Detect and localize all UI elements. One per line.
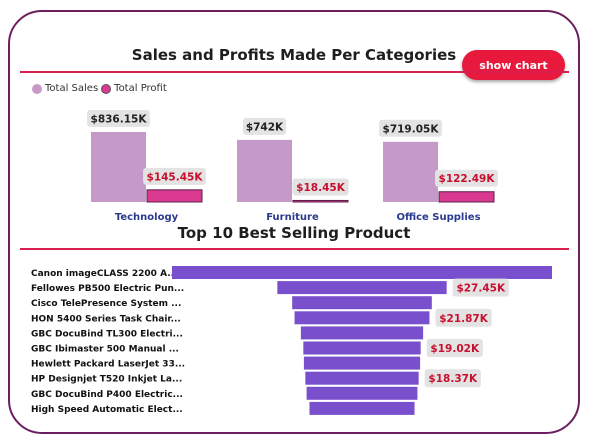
chart-legend: Total Sales Total Profit: [32, 83, 167, 94]
data-label-profit-2: $122.49K: [439, 173, 496, 185]
bar-sales-2: [383, 141, 438, 202]
funnel-bar-6: [303, 356, 421, 370]
funnel-value-label-5: $19.02K: [430, 343, 480, 355]
legend-swatch-sales: [32, 83, 42, 94]
product-label-2: Cisco TelePresence System ...: [31, 299, 181, 309]
product-label-7: HP Designjet T520 Inkjet La...: [31, 375, 182, 385]
section-divider: [20, 248, 569, 250]
product-label-9: High Speed Automatic Elect...: [31, 405, 183, 415]
funnel-bar-7: [305, 371, 419, 385]
funnel-value-label-7: $18.37K: [428, 373, 478, 385]
product-label-4: GBC DocuBind TL300 Electri...: [31, 329, 183, 339]
category-bar-chart: $836.15K $145.45K Technology $742K $18.45K Fu…: [87, 110, 498, 222]
bar-sales-1: [237, 139, 292, 202]
bar-profit-0: [146, 189, 203, 203]
funnel-bar-5: [303, 341, 421, 355]
data-label-sales-1: $742K: [246, 121, 284, 133]
bar-profit-2: [438, 191, 495, 203]
category-label-2: Office Supplies: [396, 212, 480, 222]
data-label-profit-0: $145.45K: [147, 171, 204, 183]
data-label-sales-0: $836.15K: [91, 114, 148, 126]
funnel-bar-3: [294, 311, 430, 325]
product-label-5: GBC Ibimaster 500 Manual ...: [31, 345, 179, 355]
bar-profit-1: [292, 199, 349, 203]
product-label-0: Canon imageCLASS 2200 A...: [31, 269, 177, 279]
funnel-bar-0: [172, 266, 552, 279]
data-label-sales-2: $719.05K: [383, 123, 440, 135]
top-products-funnel-chart: Canon imageCLASS 2200 A... Fellowes PB500…: [31, 266, 552, 415]
product-label-1: Fellowes PB500 Electric Pun...: [31, 284, 184, 294]
funnel-bar-1: [277, 281, 447, 295]
category-label-1: Furniture: [266, 212, 319, 222]
funnel-chart-title: Top 10 Best Selling Product: [177, 224, 411, 242]
dashboard-card: Sales and Profits Made Per Categories sh…: [8, 10, 580, 434]
funnel-bar-4: [300, 326, 424, 340]
funnel-bar-8: [306, 386, 418, 400]
product-label-6: Hewlett Packard LaserJet 33...: [31, 360, 185, 370]
bar-sales-0: [91, 132, 146, 202]
funnel-value-label-3: $21.87K: [439, 313, 489, 325]
title-divider: [20, 71, 569, 73]
show-chart-button[interactable]: show chart: [462, 50, 565, 80]
legend-label-profit: Total Profit: [114, 83, 167, 94]
legend-swatch-profit: [101, 83, 112, 94]
data-label-profit-1: $18.45K: [296, 182, 346, 194]
funnel-bar-9: [309, 401, 415, 415]
product-label-8: GBC DocuBind P400 Electric...: [31, 390, 183, 400]
funnel-bar-2: [292, 296, 432, 310]
category-label-0: Technology: [115, 212, 179, 222]
product-label-3: HON 5400 Series Task Chair...: [31, 314, 181, 324]
funnel-value-label-1: $27.45K: [456, 283, 506, 295]
legend-label-sales: Total Sales: [45, 83, 99, 94]
